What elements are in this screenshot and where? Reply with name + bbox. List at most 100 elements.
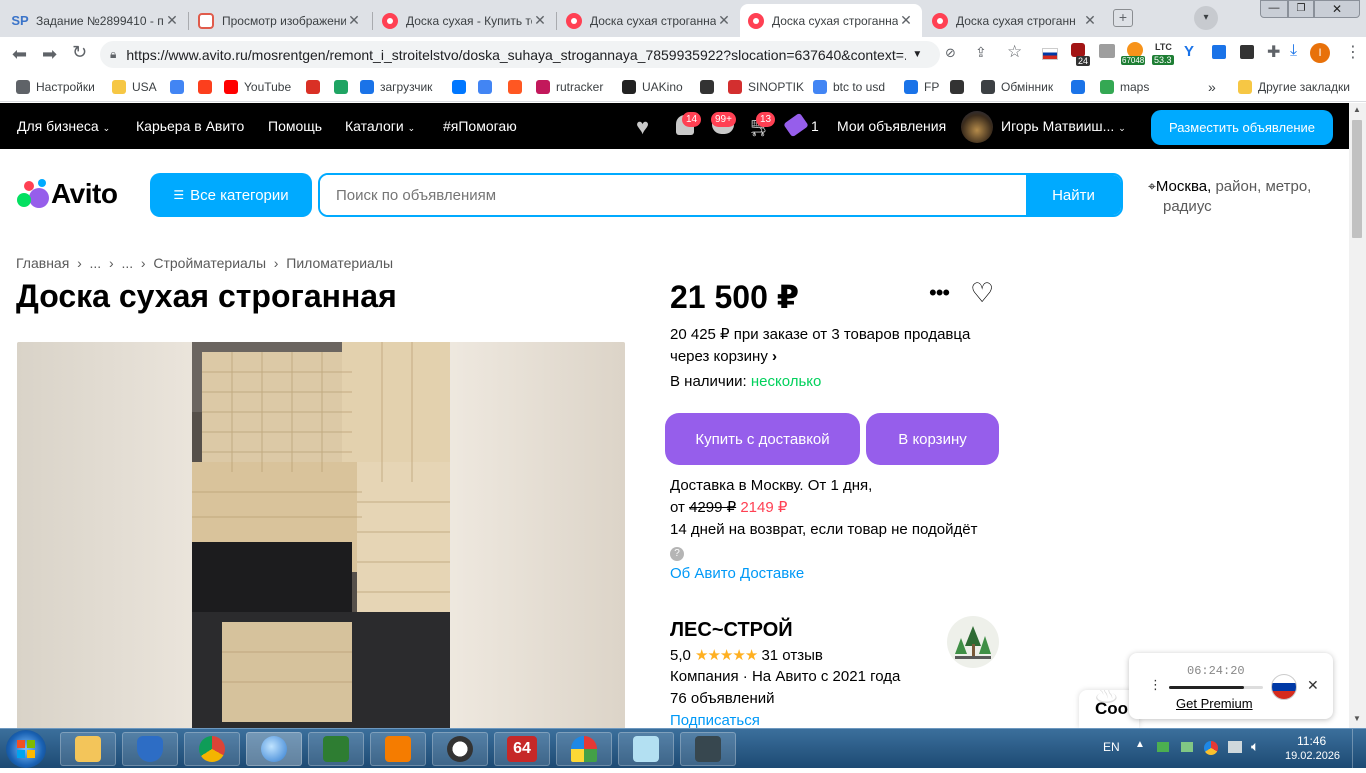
bookmark-star-icon[interactable]: ☆: [1007, 42, 1022, 62]
clock-time[interactable]: 11:46: [1297, 734, 1326, 748]
bookmark-item[interactable]: btc to usd: [813, 78, 885, 96]
tray-network-icon[interactable]: [1228, 741, 1242, 753]
reviews-link[interactable]: 31 отзыв: [761, 647, 822, 664]
notepad-taskbar-button[interactable]: [618, 732, 674, 766]
arrow-extension-icon[interactable]: [1240, 45, 1254, 59]
close-icon[interactable]: ✕: [532, 12, 548, 29]
clock-date[interactable]: 19.02.2026: [1285, 750, 1340, 762]
tray-volume-icon[interactable]: 🔈︎: [1251, 738, 1259, 755]
briefcase-icon[interactable]: [1099, 44, 1115, 58]
bookmark-item[interactable]: [452, 78, 472, 96]
user-avatar[interactable]: [961, 111, 993, 143]
page-scrollbar[interactable]: ▲ ▼: [1349, 103, 1366, 728]
question-icon[interactable]: ?: [670, 547, 684, 561]
minimize-button[interactable]: —: [1260, 0, 1288, 18]
explorer-taskbar-button[interactable]: [60, 732, 116, 766]
seller-avatar[interactable]: [947, 616, 999, 668]
bookmark-item[interactable]: [950, 78, 970, 96]
popup-menu-icon[interactable]: ⋮: [1149, 677, 1162, 693]
product-photo[interactable]: [17, 342, 625, 730]
media-taskbar-button[interactable]: [370, 732, 426, 766]
monitor-taskbar-button[interactable]: [680, 732, 736, 766]
bookmark-item[interactable]: [478, 78, 498, 96]
favorite-heart-icon[interactable]: ♡: [970, 278, 994, 309]
umbrella-taskbar-button[interactable]: [556, 732, 612, 766]
close-icon[interactable]: ✕: [716, 12, 732, 29]
shield-app-taskbar-button[interactable]: [122, 732, 178, 766]
globe-taskbar-button[interactable]: [246, 732, 302, 766]
url-text[interactable]: https://www.avito.ru/mosrentgen/remont_i…: [126, 47, 906, 63]
tray-expand-icon[interactable]: ▲: [1135, 739, 1145, 750]
bookmark-item[interactable]: USA: [112, 78, 157, 96]
profile-avatar[interactable]: I: [1310, 43, 1330, 63]
close-icon[interactable]: ✕: [346, 12, 362, 29]
add-to-cart-button[interactable]: В корзину: [866, 413, 999, 465]
language-indicator[interactable]: EN: [1103, 740, 1120, 754]
bookmark-item[interactable]: SINOPTIK: [728, 78, 804, 96]
bookmark-item[interactable]: [198, 78, 218, 96]
tab-0[interactable]: SP Задание №2899410 - по ✕: [4, 4, 188, 37]
get-premium-link[interactable]: Get Premium: [1176, 696, 1253, 711]
bookmark-item[interactable]: Настройки: [16, 78, 95, 96]
tab-2[interactable]: Доска сухая - Купить то ✕: [374, 4, 556, 37]
nav-i-help[interactable]: #яПомогаю: [443, 118, 517, 134]
tray-color-icon[interactable]: [1204, 741, 1218, 755]
tab-5[interactable]: Доска сухая строганн ✕: [924, 4, 1106, 37]
my-ads-link[interactable]: Мои объявления: [837, 118, 946, 134]
forward-icon[interactable]: ➡: [42, 44, 57, 65]
tab-search-button[interactable]: ▾: [1194, 6, 1218, 30]
favorites-heart-icon[interactable]: ♥: [636, 114, 649, 140]
bookmark-item[interactable]: maps: [1100, 78, 1149, 96]
all-categories-button[interactable]: ☰ Все категории: [150, 173, 312, 217]
breadcrumb-building-materials[interactable]: Стройматериалы: [153, 255, 266, 271]
show-desktop-button[interactable]: [1352, 729, 1366, 769]
close-icon[interactable]: ✕: [164, 12, 180, 29]
flag-ru-round-icon[interactable]: [1271, 674, 1297, 700]
post-ad-button[interactable]: Разместить объявление: [1151, 110, 1333, 145]
downloads-icon[interactable]: ⤓: [1290, 42, 1297, 60]
shield-extension-icon[interactable]: [1071, 43, 1085, 57]
bookmark-item[interactable]: FP: [904, 78, 939, 96]
tab-4-active[interactable]: Доска сухая строганна ✕: [740, 4, 922, 37]
bookmark-item[interactable]: Обмінник: [981, 78, 1053, 96]
back-icon[interactable]: ⬅: [12, 44, 27, 65]
tray-monitor-icon[interactable]: [1181, 742, 1193, 752]
aida64-taskbar-button[interactable]: 64: [494, 732, 550, 766]
close-icon[interactable]: ✕: [898, 12, 914, 29]
bookmark-item[interactable]: [334, 78, 354, 96]
ticket-icon[interactable]: [783, 112, 809, 138]
bookmarks-more-icon[interactable]: »: [1208, 78, 1216, 96]
user-menu[interactable]: Игорь Матвииш... ⌄: [1001, 118, 1126, 134]
avito-logo[interactable]: Avito: [16, 178, 118, 210]
share-icon[interactable]: ⇪: [975, 44, 987, 61]
menu-kebab-icon[interactable]: ⋮: [1345, 42, 1361, 62]
maximize-button[interactable]: ❐: [1288, 0, 1314, 18]
chrome-taskbar-button[interactable]: [184, 732, 240, 766]
download-extension-icon[interactable]: [1212, 45, 1226, 59]
flag-ru-icon[interactable]: [1042, 48, 1058, 60]
breadcrumb-lumber[interactable]: Пиломатериалы: [286, 255, 393, 271]
seller-name[interactable]: ЛЕС~СТРОЙ: [670, 619, 793, 642]
buy-with-delivery-button[interactable]: Купить с доставкой: [665, 413, 860, 465]
scroll-down-icon[interactable]: ▼: [1353, 714, 1361, 723]
nav-help[interactable]: Помощь: [268, 118, 322, 134]
tab-1[interactable]: Просмотр изображени ✕: [190, 4, 370, 37]
new-tab-button[interactable]: +: [1113, 9, 1133, 27]
scrollbar-thumb[interactable]: [1352, 120, 1362, 238]
y-extension-icon[interactable]: Y: [1184, 43, 1194, 60]
bookmark-item[interactable]: загрузчик: [360, 78, 432, 96]
breadcrumb-item[interactable]: ...: [121, 255, 133, 271]
reload-icon[interactable]: ↻: [72, 42, 87, 63]
calc-taskbar-button[interactable]: [308, 732, 364, 766]
tray-app-icon[interactable]: [1157, 742, 1169, 752]
address-bar[interactable]: 🔒︎ https://www.avito.ru/mosrentgen/remon…: [100, 41, 940, 68]
window-close-button[interactable]: ✕: [1314, 0, 1360, 18]
nav-catalogs[interactable]: Каталоги ⌄: [345, 118, 415, 134]
scroll-up-icon[interactable]: ▲: [1353, 105, 1361, 114]
bookmark-item[interactable]: [306, 78, 326, 96]
other-bookmarks-folder[interactable]: Другие закладки: [1238, 78, 1350, 96]
start-button[interactable]: [6, 730, 46, 768]
about-delivery-link[interactable]: Об Авито Доставке: [670, 565, 804, 582]
nav-for-business[interactable]: Для бизнеса ⌄: [17, 118, 110, 134]
dropdown-icon[interactable]: ▼: [912, 49, 922, 60]
